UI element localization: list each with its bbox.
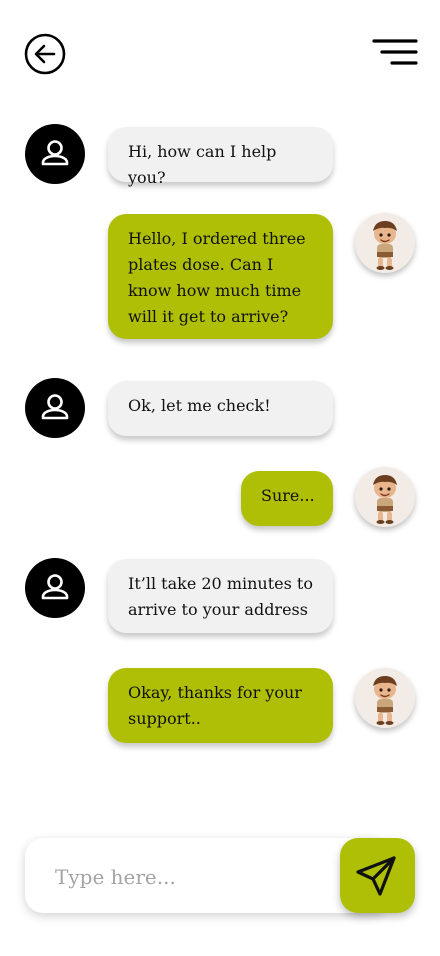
send-button[interactable] (340, 838, 415, 913)
message-bubble-user: Okay, thanks for your support.. (108, 668, 333, 743)
cartoon-boy-avatar-icon (373, 676, 397, 725)
bot-avatar (25, 558, 85, 618)
person-icon (41, 394, 69, 420)
person-icon (41, 574, 69, 600)
message-bubble-bot: Hi, how can I help you? (108, 127, 333, 187)
user-avatar (355, 467, 415, 527)
person-icon (41, 140, 69, 166)
arrow-left-circle-icon (24, 33, 66, 75)
message-bubble-bot: It’ll take 20 minutes to arrive to your … (108, 559, 333, 633)
menu-button[interactable] (372, 38, 418, 70)
user-avatar (355, 213, 415, 273)
bot-avatar (25, 378, 85, 438)
message-bubble-bot: Ok, let me check! (108, 381, 333, 436)
send-paper-plane-icon (356, 856, 396, 896)
message-input[interactable] (53, 860, 337, 894)
bot-avatar (25, 124, 85, 184)
message-bubble-user: Hello, I ordered three plates dose. Can … (108, 214, 333, 339)
cartoon-boy-avatar-icon (373, 475, 397, 524)
message-bubble-user: Sure... (241, 471, 333, 526)
message-composer (25, 838, 389, 913)
cartoon-boy-avatar-icon (373, 221, 397, 270)
user-avatar (355, 668, 415, 728)
hamburger-menu-icon (372, 39, 418, 65)
back-button[interactable] (24, 33, 66, 75)
